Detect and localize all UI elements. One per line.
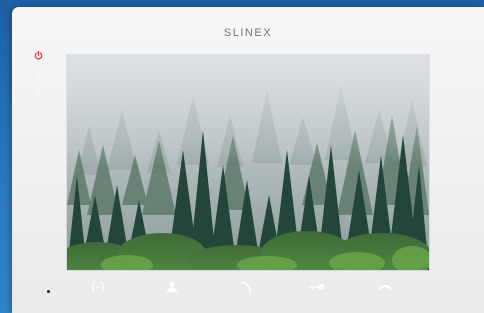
monitor-icon <box>92 281 104 293</box>
brand-logo: SLINEX <box>223 27 273 39</box>
power-icon <box>31 51 45 65</box>
user-button[interactable] <box>159 277 185 297</box>
answer-button[interactable] <box>233 277 259 297</box>
video-screen <box>67 55 429 270</box>
forest-image <box>67 55 429 270</box>
line-indicator-2: 2 <box>36 90 40 97</box>
monitor-button[interactable] <box>85 277 111 297</box>
unlock-button[interactable] <box>304 277 330 297</box>
user-icon <box>166 281 178 293</box>
intercom-monitor: SLINEX 1 2 <box>12 7 484 313</box>
microphone-hole <box>47 290 50 293</box>
status-indicators: 1 2 <box>31 51 45 105</box>
hangup-button[interactable] <box>372 277 398 297</box>
control-buttons <box>12 277 484 299</box>
line-indicator-1: 1 <box>36 72 40 79</box>
handset-icon <box>241 281 251 293</box>
hangup-icon <box>378 285 392 290</box>
key-icon <box>309 284 324 291</box>
